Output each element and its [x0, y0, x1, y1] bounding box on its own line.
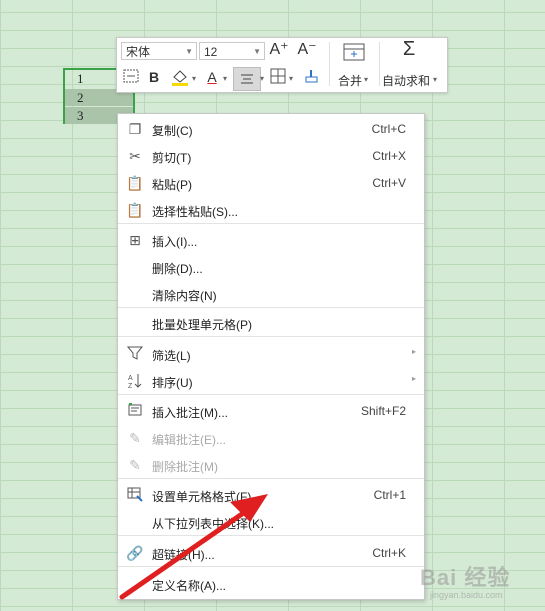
menu-item-label: 选择性粘贴(S)... — [152, 205, 238, 219]
menu-item-label: 批量处理单元格(P) — [152, 318, 252, 332]
menu-item-batch-process[interactable]: 批量处理单元格(P) — [118, 310, 424, 337]
paste-icon: 📋 — [126, 175, 144, 191]
delete-comment-icon: ✎ — [129, 457, 141, 473]
merge-cells-icon[interactable] — [342, 42, 366, 66]
menu-item-label: 剪切(T) — [152, 151, 192, 165]
menu-item-delete[interactable]: 删除(D)... — [118, 254, 424, 280]
menu-item-insert[interactable]: ⊞ 插入(I)... — [118, 227, 424, 253]
fill-color-icon[interactable] — [169, 68, 191, 90]
menu-item-shortcut: Ctrl+V — [372, 176, 406, 190]
grow-font-button[interactable]: A⁺ — [269, 41, 289, 59]
menu-item-label: 删除批注(M) — [152, 460, 218, 474]
menu-item-label: 排序(U) — [152, 376, 193, 390]
menu-item-copy[interactable]: ❐ 复制(C) Ctrl+C — [118, 116, 424, 142]
sigma-icon[interactable]: Σ — [397, 39, 421, 59]
format-painter-icon[interactable] — [301, 68, 321, 88]
chevron-down-icon[interactable]: ▾ — [289, 74, 293, 83]
menu-item-paste-special[interactable]: 📋 选择性粘贴(S)... — [118, 197, 424, 224]
menu-item-shortcut: Ctrl+K — [372, 546, 406, 560]
font-name-value: 宋体 — [126, 45, 151, 59]
copy-icon: ❐ — [128, 121, 142, 137]
font-name-select[interactable]: 宋体 ▼ — [121, 42, 197, 60]
menu-item-label: 定义名称(A)... — [152, 579, 226, 593]
menu-item-cut[interactable]: ✂ 剪切(T) Ctrl+X — [118, 143, 424, 169]
menu-item-delete-comment: ✎ 删除批注(M) — [118, 452, 424, 479]
merge-label[interactable]: 合并 — [338, 72, 362, 89]
font-size-select[interactable]: 12 ▼ — [199, 42, 265, 60]
menu-item-label: 插入批注(M)... — [152, 406, 228, 420]
svg-text:Z: Z — [128, 383, 133, 390]
comment-icon — [126, 402, 144, 420]
watermark-logo: Bai 经验 — [420, 565, 511, 590]
menu-item-label: 编辑批注(E)... — [152, 433, 226, 447]
menu-item-label: 删除(D)... — [152, 262, 203, 276]
menu-item-label: 粘贴(P) — [152, 178, 192, 192]
sort-icon: AZ — [126, 372, 144, 390]
menu-item-format-cells[interactable]: 设置单元格格式(F)... Ctrl+1 — [118, 482, 424, 508]
svg-text:A: A — [128, 375, 133, 382]
menu-item-sort[interactable]: AZ 排序(U) ▸ — [118, 368, 424, 395]
menu-item-label: 筛选(L) — [152, 349, 191, 363]
font-color-icon[interactable]: A — [203, 68, 221, 86]
menu-item-label: 插入(I)... — [152, 235, 198, 249]
menu-item-shortcut: Ctrl+C — [371, 122, 406, 136]
menu-item-shortcut: Ctrl+X — [372, 149, 406, 163]
autosum-label[interactable]: 自动求和 — [382, 72, 430, 89]
hyperlink-icon: 🔗 — [126, 545, 144, 561]
borders-icon[interactable] — [269, 68, 287, 88]
mini-toolbar: 宋体 ▼ 12 ▼ A⁺ A⁻ B ▾ A ▾ ▾ ▾ 合并 ▾ Σ 自动求和 … — [116, 37, 448, 93]
chevron-right-icon: ▸ — [411, 347, 416, 356]
menu-item-insert-comment[interactable]: 插入批注(M)... Shift+F2 — [118, 398, 424, 424]
menu-item-label: 复制(C) — [152, 124, 193, 138]
menu-item-clear-contents[interactable]: 清除内容(N) — [118, 281, 424, 308]
toolbar-divider — [379, 42, 380, 86]
chevron-down-icon[interactable]: ▾ — [433, 75, 437, 84]
menu-item-define-name[interactable]: 定义名称(A)... — [118, 571, 424, 597]
chevron-down-icon[interactable]: ▾ — [223, 74, 227, 83]
menu-item-hyperlink[interactable]: 🔗 超链接(H)... Ctrl+K — [118, 540, 424, 567]
filter-icon — [126, 345, 144, 363]
insert-icon: ⊞ — [129, 232, 141, 248]
shrink-font-button[interactable]: A⁻ — [297, 41, 317, 59]
menu-item-label: 清除内容(N) — [152, 289, 217, 303]
align-center-icon[interactable] — [233, 67, 261, 91]
menu-item-label: 从下拉列表中选择(K)... — [152, 517, 274, 531]
context-menu: ❐ 复制(C) Ctrl+C ✂ 剪切(T) Ctrl+X 📋 粘贴(P) Ct… — [117, 113, 425, 600]
menu-item-label: 设置单元格格式(F)... — [152, 490, 262, 504]
chevron-down-icon: ▼ — [253, 47, 261, 56]
paste-special-icon: 📋 — [126, 202, 144, 218]
menu-item-shortcut: Ctrl+1 — [373, 488, 406, 502]
menu-item-shortcut: Shift+F2 — [360, 404, 406, 418]
font-size-value: 12 — [204, 45, 218, 59]
chevron-down-icon[interactable]: ▾ — [260, 74, 264, 83]
watermark-url: jingyan.baidu.com — [430, 590, 503, 600]
menu-item-filter[interactable]: 筛选(L) ▸ — [118, 341, 424, 367]
menu-item-paste[interactable]: 📋 粘贴(P) Ctrl+V — [118, 170, 424, 196]
toolbar-divider — [329, 42, 330, 86]
chevron-down-icon[interactable]: ▾ — [192, 74, 196, 83]
chevron-right-icon: ▸ — [411, 374, 416, 383]
edit-comment-icon: ✎ — [129, 430, 141, 446]
menu-item-edit-comment: ✎ 编辑批注(E)... — [118, 425, 424, 451]
chevron-down-icon: ▼ — [185, 47, 193, 56]
cut-icon: ✂ — [129, 148, 141, 164]
bold-icon[interactable]: B — [145, 68, 163, 86]
menu-item-pick-from-list[interactable]: 从下拉列表中选择(K)... — [118, 509, 424, 536]
wrap-text-icon[interactable] — [122, 68, 140, 88]
chevron-down-icon[interactable]: ▾ — [364, 75, 368, 84]
menu-item-label: 超链接(H)... — [152, 548, 215, 562]
format-cells-icon — [126, 486, 144, 504]
